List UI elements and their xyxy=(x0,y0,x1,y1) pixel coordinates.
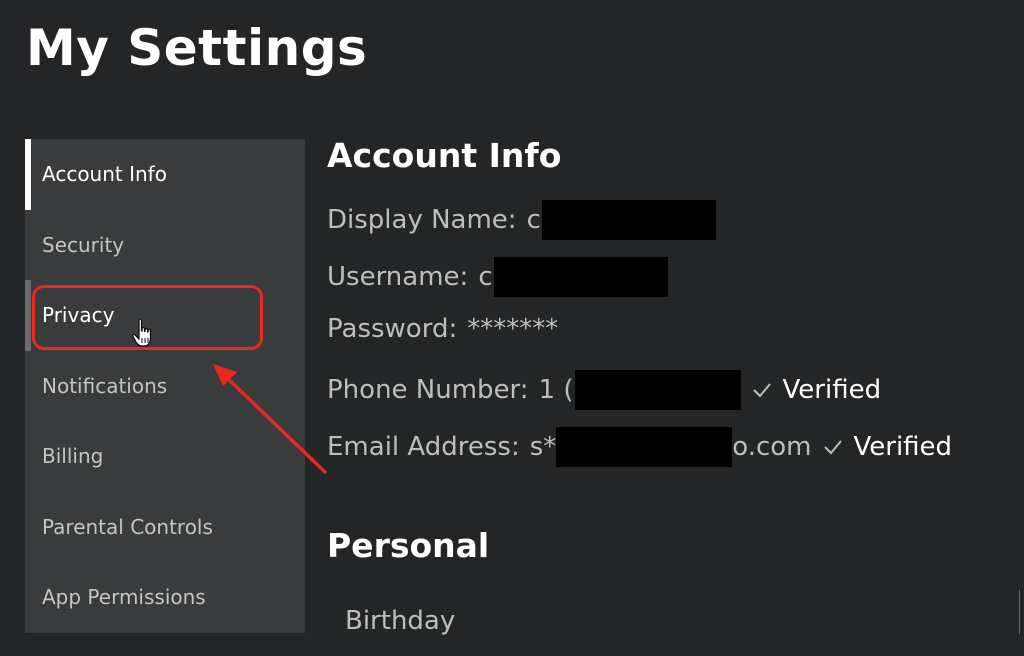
sidebar-item-app-permissions[interactable]: App Permissions xyxy=(25,562,305,633)
display-name-label: Display Name: xyxy=(327,205,517,235)
username-label: Username: xyxy=(327,262,469,292)
phone-label: Phone Number: xyxy=(327,375,529,405)
sidebar-item-account-info[interactable]: Account Info xyxy=(25,139,305,210)
phone-value: 1 ( xyxy=(538,375,574,405)
sidebar-item-security[interactable]: Security xyxy=(25,210,305,281)
email-verified-status: Verified xyxy=(853,432,953,462)
sidebar-item-billing[interactable]: Billing xyxy=(25,421,305,492)
sidebar-item-parental-controls[interactable]: Parental Controls xyxy=(25,492,305,563)
sidebar-item-label: Billing xyxy=(42,444,104,469)
sidebar-item-label: Notifications xyxy=(42,373,168,398)
redaction-bar xyxy=(574,370,741,410)
redaction-bar xyxy=(556,427,733,467)
sidebar-item-label: Account Info xyxy=(42,162,167,187)
username-value: c xyxy=(478,262,493,292)
content-edge-divider xyxy=(1019,590,1024,634)
email-label: Email Address: xyxy=(327,432,520,462)
email-value-suffix: o.com xyxy=(732,432,812,462)
settings-sidebar: Account Info Security Privacy Notificati… xyxy=(25,139,305,633)
password-label: Password: xyxy=(327,314,458,344)
username-row: Username: c xyxy=(327,257,668,297)
sidebar-item-label: App Permissions xyxy=(42,585,206,610)
settings-page: My Settings Account Info Security Privac… xyxy=(0,0,1024,656)
sidebar-item-label: Parental Controls xyxy=(42,514,213,539)
redaction-bar xyxy=(493,257,668,297)
email-value-prefix: s* xyxy=(529,432,557,462)
sidebar-item-privacy[interactable]: Privacy xyxy=(25,280,305,351)
redaction-bar xyxy=(541,200,716,240)
page-title: My Settings xyxy=(26,19,368,77)
display-name-row: Display Name: c xyxy=(327,200,716,240)
checkmark-icon xyxy=(752,383,771,398)
password-row: Password: ******* xyxy=(327,314,558,344)
password-value: ******* xyxy=(467,314,559,344)
sidebar-item-label: Security xyxy=(42,232,125,257)
sidebar-item-notifications[interactable]: Notifications xyxy=(25,351,305,422)
phone-verified-status: Verified xyxy=(782,375,882,405)
birthday-label: Birthday xyxy=(345,606,456,636)
personal-heading: Personal xyxy=(327,526,490,565)
display-name-value: c xyxy=(526,205,541,235)
account-info-heading: Account Info xyxy=(327,136,562,175)
checkmark-icon xyxy=(823,440,842,455)
phone-row: Phone Number: 1 ( Verified xyxy=(327,370,881,410)
hand-pointer-icon xyxy=(132,318,152,347)
sidebar-item-label: Privacy xyxy=(42,303,115,328)
email-row: Email Address: s* o.com Verified xyxy=(327,427,952,467)
